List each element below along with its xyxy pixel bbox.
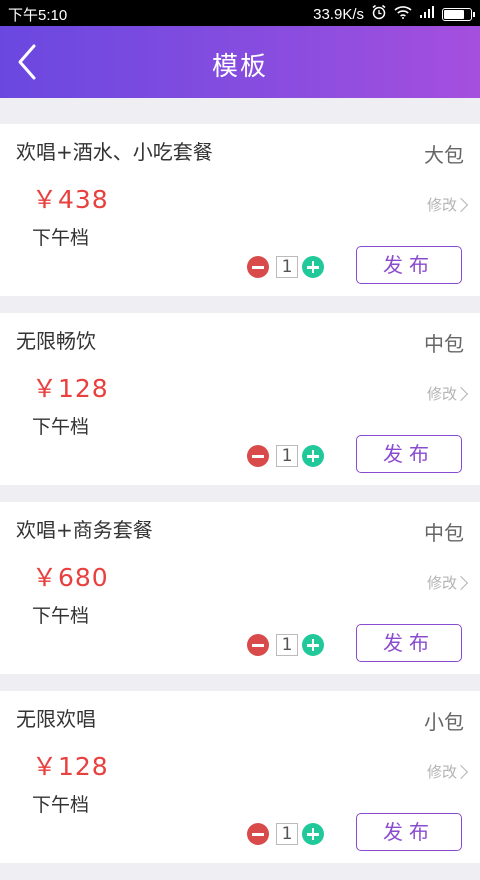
template-card: 无限欢唱 小包 ￥128 下午档 修改 1 发布: [0, 691, 480, 863]
quantity-value[interactable]: 1: [276, 634, 298, 656]
alarm-icon: [371, 4, 387, 24]
room-type: 大包: [424, 143, 464, 167]
template-price: ￥438: [32, 185, 109, 214]
modify-link[interactable]: 修改: [427, 383, 469, 404]
plus-icon[interactable]: [302, 256, 324, 278]
modify-link[interactable]: 修改: [427, 761, 469, 782]
room-type: 小包: [424, 710, 464, 734]
template-card: 无限畅饮 中包 ￥128 下午档 修改 1 发布: [0, 313, 480, 485]
quantity-stepper: 1: [247, 823, 324, 845]
minus-icon[interactable]: [247, 634, 269, 656]
template-name: 无限畅饮: [16, 329, 96, 353]
network-speed: 33.9K/s: [313, 5, 364, 23]
publish-button[interactable]: 发布: [356, 435, 462, 473]
template-card: 欢唱+商务套餐 中包 ￥680 下午档 修改 1 发布: [0, 502, 480, 674]
template-card: 欢唱+酒水、小吃套餐 大包 ￥438 下午档 修改 1 发布: [0, 124, 480, 296]
template-name: 欢唱+商务套餐: [16, 518, 153, 542]
time-slot: 下午档: [32, 227, 90, 249]
quantity-value[interactable]: 1: [276, 445, 298, 467]
template-list: 欢唱+酒水、小吃套餐 大包 ￥438 下午档 修改 1 发布 无限畅饮 中包 ￥…: [0, 124, 480, 880]
plus-icon[interactable]: [302, 445, 324, 467]
modify-link[interactable]: 修改: [427, 194, 469, 215]
room-type: 中包: [424, 521, 464, 545]
quantity-value[interactable]: 1: [276, 256, 298, 278]
minus-icon[interactable]: [247, 256, 269, 278]
minus-icon[interactable]: [247, 823, 269, 845]
quantity-value[interactable]: 1: [276, 823, 298, 845]
status-bar: 下午5:10 33.9K/s: [0, 0, 480, 26]
publish-button[interactable]: 发布: [356, 624, 462, 662]
time-slot: 下午档: [32, 416, 90, 438]
wifi-icon: [394, 5, 412, 23]
modify-link[interactable]: 修改: [427, 572, 469, 593]
signal-icon: [419, 5, 435, 23]
status-right: 33.9K/s: [313, 4, 475, 24]
room-type: 中包: [424, 332, 464, 356]
plus-icon[interactable]: [302, 823, 324, 845]
publish-button[interactable]: 发布: [356, 246, 462, 284]
time-slot: 下午档: [32, 605, 90, 627]
template-price: ￥128: [32, 374, 109, 403]
template-name: 无限欢唱: [16, 707, 96, 731]
app-header: 模板: [0, 26, 480, 98]
time-slot: 下午档: [32, 794, 90, 816]
minus-icon[interactable]: [247, 445, 269, 467]
template-name: 欢唱+酒水、小吃套餐: [16, 140, 213, 164]
plus-icon[interactable]: [302, 634, 324, 656]
quantity-stepper: 1: [247, 256, 324, 278]
template-price: ￥128: [32, 752, 109, 781]
quantity-stepper: 1: [247, 634, 324, 656]
battery-icon: [442, 7, 475, 21]
quantity-stepper: 1: [247, 445, 324, 467]
publish-button[interactable]: 发布: [356, 813, 462, 851]
page-title: 模板: [211, 52, 268, 82]
status-time: 下午5:10: [8, 7, 68, 24]
template-price: ￥680: [32, 563, 109, 592]
